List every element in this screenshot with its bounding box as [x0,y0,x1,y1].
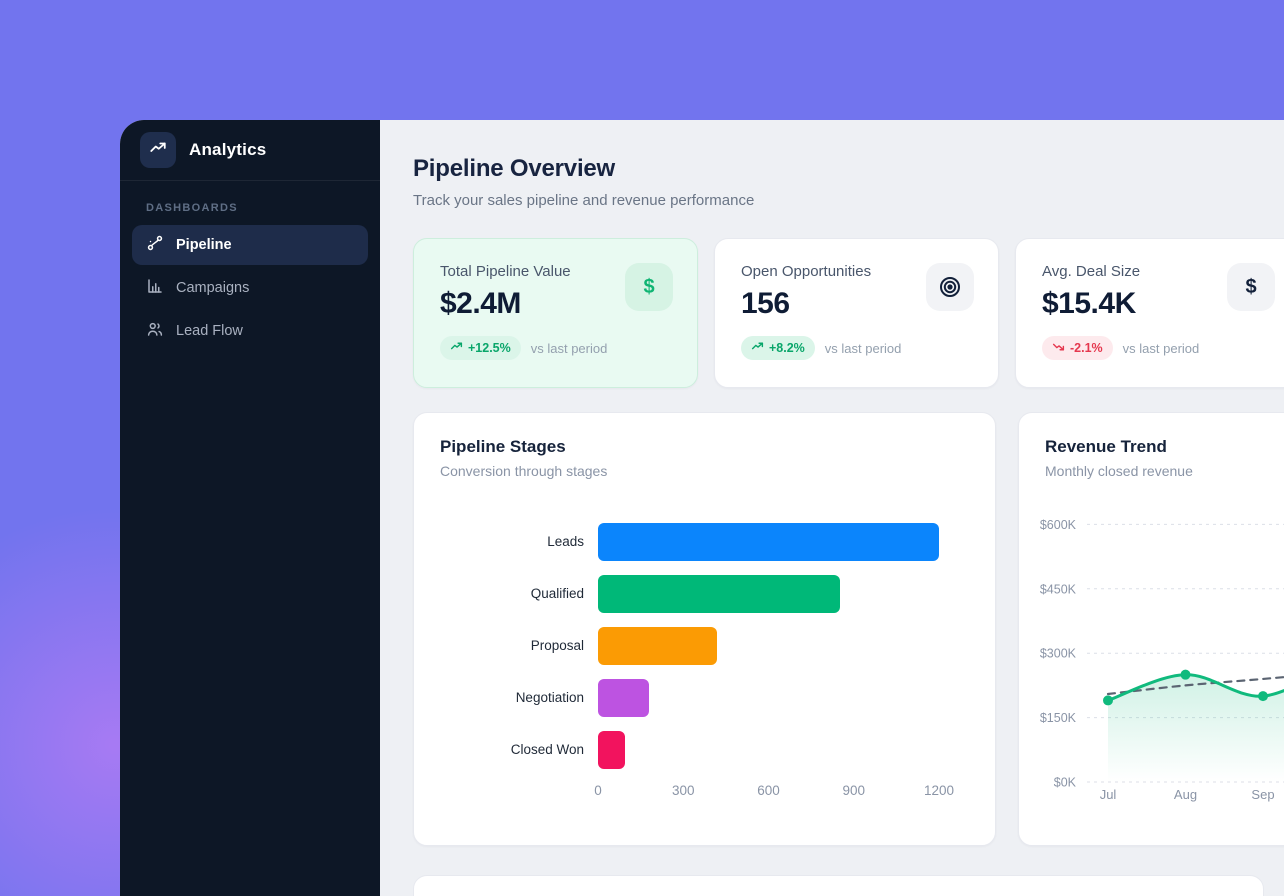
stat-card-total-pipeline-value[interactable]: Total Pipeline Value $2.4M +12.5% vs las… [413,238,698,388]
stat-footer: +8.2% vs last period [741,336,972,360]
change-badge: +12.5% [440,336,521,360]
bar-track [598,627,939,665]
stat-card-avg-deal-size[interactable]: Avg. Deal Size $15.4K -2.1% vs last peri… [1015,238,1284,388]
bar-qualified[interactable] [598,575,840,613]
trending-up-icon [149,139,167,162]
bar-chart-icon [146,277,164,299]
users-icon [146,320,164,342]
x-axis-tick: 900 [842,783,865,798]
sidebar-item-label: Campaigns [176,280,249,296]
app-title: Analytics [189,140,266,160]
chart-subtitle: Monthly closed revenue [1045,463,1284,479]
x-axis-tick: 0 [594,783,602,798]
pipeline-stages-bars: Leads Qualified Proposal Negotiation Closed … [440,523,969,769]
stat-footer: -2.1% vs last period [1042,336,1273,360]
charts-row: Pipeline Stages Conversion through stage… [413,412,1284,846]
bar-row: Leads [440,523,969,561]
target-icon [926,263,974,311]
x-axis-tick: 600 [757,783,780,798]
sidebar-header: Analytics [120,120,380,181]
app-logo [140,132,176,168]
sidebar-item-label: Lead Flow [176,323,243,339]
y-axis-tick: $300K [1040,647,1077,661]
trending-down-icon [1052,340,1065,356]
sidebar-item-campaigns[interactable]: Campaigns [132,268,368,308]
bar-category-label: Closed Won [440,742,598,759]
stat-footer: +12.5% vs last period [440,336,671,360]
sidebar-item-pipeline[interactable]: Pipeline [132,225,368,265]
bar-closed-won[interactable] [598,731,625,769]
compare-label: vs last period [1123,341,1200,356]
x-axis-tick: 1200 [924,783,954,798]
stats-row: Total Pipeline Value $2.4M +12.5% vs las… [413,238,1284,388]
bar-proposal[interactable] [598,627,717,665]
stat-card-open-opportunities[interactable]: Open Opportunities 156 +8.2% vs last per… [714,238,999,388]
compare-label: vs last period [825,341,902,356]
app-window: Analytics DASHBOARDS Pipeline [120,120,1284,896]
x-axis-tick: Sep [1251,787,1274,802]
trending-up-icon [751,340,764,356]
trending-up-icon [450,340,463,356]
y-axis-tick: $450K [1040,582,1077,596]
change-value: +12.5% [468,341,511,355]
bar-category-label: Leads [440,534,598,551]
x-axis-tick: 300 [672,783,695,798]
sidebar-item-lead-flow[interactable]: Lead Flow [132,311,368,351]
page-title: Pipeline Overview [413,155,1284,183]
dollar-icon: $ [625,263,673,311]
pipeline-stages-card: Pipeline Stages Conversion through stage… [413,412,996,846]
git-branch-icon [146,234,164,256]
y-axis-tick: $600K [1040,518,1077,532]
bar-track [598,679,939,717]
y-axis-tick: $0K [1054,776,1077,790]
data-point-aug[interactable] [1181,670,1191,680]
sidebar-nav: Pipeline Campaigns Lead Flow [120,222,380,354]
bar-row: Proposal [440,627,969,665]
x-axis-tick: Aug [1174,787,1197,802]
x-axis-tick: Jul [1100,787,1117,802]
bar-category-label: Proposal [440,638,598,655]
bar-track [598,575,939,613]
bar-negotiation[interactable] [598,679,649,717]
change-value: +8.2% [769,341,805,355]
revenue-trend-card: Revenue Trend Monthly closed revenue $60… [1018,412,1284,846]
sidebar-section-label: DASHBOARDS [146,202,380,214]
page-subtitle: Track your sales pipeline and revenue pe… [413,192,1284,209]
sidebar-item-label: Pipeline [176,237,232,253]
change-value: -2.1% [1070,341,1103,355]
bar-row: Qualified [440,575,969,613]
chart-subtitle: Conversion through stages [440,463,969,479]
data-point-jul[interactable] [1103,695,1113,705]
bar-category-label: Qualified [440,586,598,603]
change-badge: -2.1% [1042,336,1113,360]
bar-row: Negotiation [440,679,969,717]
bottom-card [413,875,1264,896]
y-axis-tick: $150K [1040,711,1077,725]
bar-track [598,731,939,769]
chart-title: Revenue Trend [1045,437,1284,457]
sidebar: Analytics DASHBOARDS Pipeline [120,120,380,896]
pipeline-stages-axis: 03006009001200 [598,783,939,803]
dollar-icon: $ [1227,263,1275,311]
bar-track [598,523,939,561]
chart-title: Pipeline Stages [440,437,969,457]
compare-label: vs last period [531,341,608,356]
data-point-sep[interactable] [1258,691,1268,701]
main-content: Pipeline Overview Track your sales pipel… [380,120,1284,896]
revenue-trend-chart: $600K $450K $300K $150K $0K Jul Aug Sep [1019,508,1284,818]
bar-leads[interactable] [598,523,939,561]
bar-row: Closed Won [440,731,969,769]
bar-category-label: Negotiation [440,690,598,707]
change-badge: +8.2% [741,336,815,360]
